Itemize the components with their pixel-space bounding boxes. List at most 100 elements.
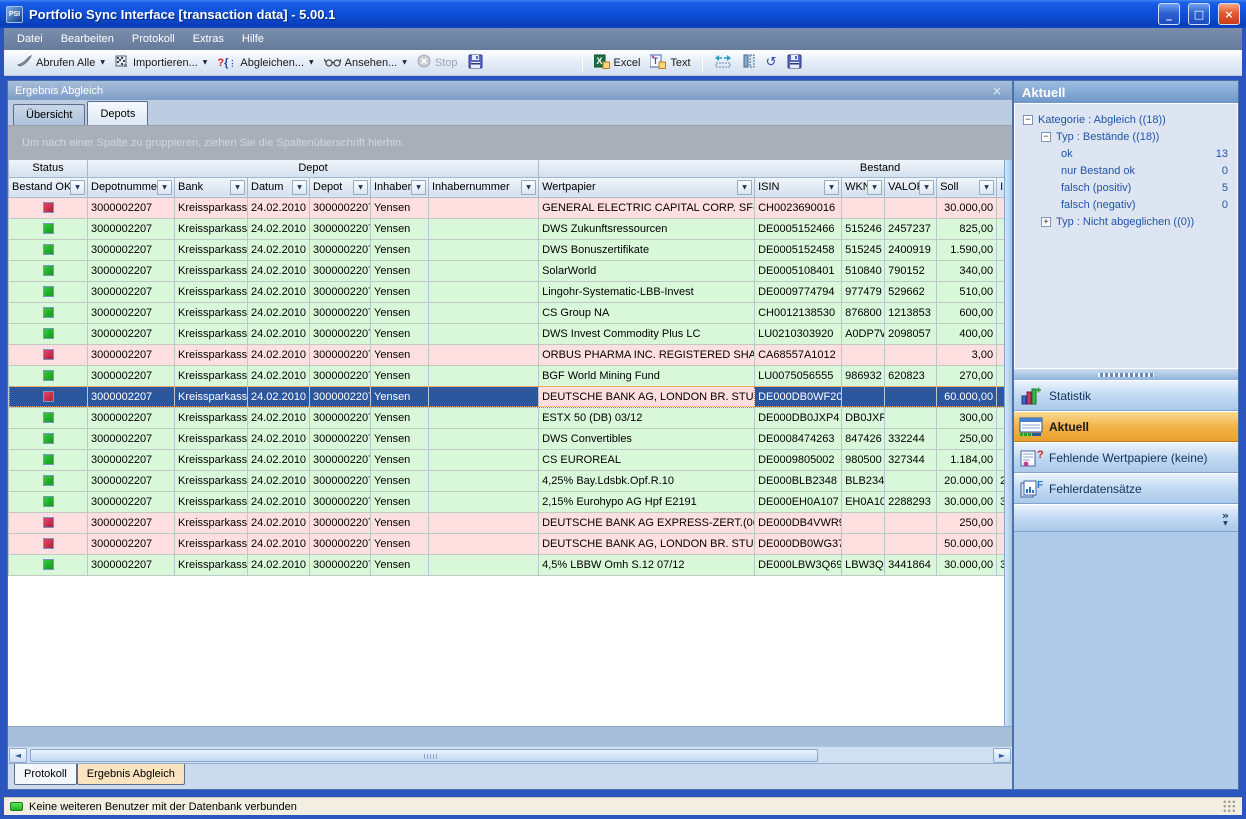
table-row[interactable]: 3000002207Kreissparkasse24.02.2010300000… xyxy=(9,344,1005,365)
cell-depotnummer[interactable]: 3000002207 xyxy=(88,449,175,470)
filter-dropdown-icon[interactable]: ▼ xyxy=(292,180,307,195)
cell-depot[interactable]: 3000002207 xyxy=(310,470,371,491)
cell-soll[interactable]: 50.000,00 xyxy=(937,533,997,554)
cell-inhabernummer[interactable] xyxy=(429,323,539,344)
filter-dropdown-icon[interactable]: ▼ xyxy=(824,180,839,195)
table-row[interactable]: 3000002207Kreissparkasse24.02.2010300000… xyxy=(9,260,1005,281)
filter-dropdown-icon[interactable]: ▼ xyxy=(867,180,882,195)
cell-datum[interactable]: 24.02.2010 xyxy=(248,533,310,554)
cell-datum[interactable]: 24.02.2010 xyxy=(248,554,310,575)
cell-depot[interactable]: 3000002207 xyxy=(310,428,371,449)
cell-wertpapier[interactable]: DWS Bonuszertifikate xyxy=(539,239,755,260)
cell-inhabernummer[interactable] xyxy=(429,470,539,491)
cell-depotnummer[interactable]: 3000002207 xyxy=(88,533,175,554)
collapse-icon[interactable]: − xyxy=(1041,132,1051,142)
cell-datum[interactable]: 24.02.2010 xyxy=(248,386,310,407)
column-header-soll[interactable]: Soll▼ xyxy=(937,177,997,197)
filter-dropdown-icon[interactable]: ▼ xyxy=(353,180,368,195)
cell-wkn[interactable]: 977479 xyxy=(842,281,885,302)
status-cell[interactable] xyxy=(9,449,88,470)
tree-item[interactable]: +Typ : Nicht abgeglichen ((0)) xyxy=(1015,213,1237,230)
cell-isin[interactable]: DE000LBW3Q69 xyxy=(755,554,842,575)
cell-isin[interactable]: DE000DB0WF20 xyxy=(755,386,842,407)
cell-soll[interactable]: 400,00 xyxy=(937,323,997,344)
scrollbar-thumb[interactable] xyxy=(30,749,818,762)
cell-depot[interactable]: 3000002207 xyxy=(310,407,371,428)
table-row[interactable]: 3000002207Kreissparkasse24.02.2010300000… xyxy=(9,281,1005,302)
cell-inhabernummer[interactable] xyxy=(429,260,539,281)
cell-inhaber[interactable]: Yensen xyxy=(371,491,429,512)
cell-wkn[interactable]: A0DP7W xyxy=(842,323,885,344)
cell-inhaber[interactable]: Yensen xyxy=(371,365,429,386)
cell-isin[interactable]: DE0005108401 xyxy=(755,260,842,281)
cell-datum[interactable]: 24.02.2010 xyxy=(248,428,310,449)
cell-datum[interactable]: 24.02.2010 xyxy=(248,197,310,218)
cell-depot[interactable]: 3000002207 xyxy=(310,260,371,281)
cell-wertpapier[interactable]: GENERAL ELECTRIC CAPITAL CORP. SF-A xyxy=(539,197,755,218)
cell-inhabernummer[interactable] xyxy=(429,365,539,386)
table-row[interactable]: 3000002207Kreissparkasse24.02.2010300000… xyxy=(9,407,1005,428)
status-cell[interactable] xyxy=(9,323,88,344)
resize-grip[interactable] xyxy=(1222,800,1236,813)
cell-inhaber[interactable]: Yensen xyxy=(371,281,429,302)
cell-soll[interactable]: 250,00 xyxy=(937,512,997,533)
cell-isin[interactable]: CH0023690016 xyxy=(755,197,842,218)
cell-isin[interactable]: DE0005152466 xyxy=(755,218,842,239)
cell-bank[interactable]: Kreissparkasse xyxy=(175,428,248,449)
cell-bank[interactable]: Kreissparkasse xyxy=(175,449,248,470)
tree-item[interactable]: falsch (negativ)0 xyxy=(1015,196,1237,213)
filter-dropdown-icon[interactable]: ▼ xyxy=(157,180,172,195)
cell-valor[interactable]: 2400919 xyxy=(885,239,937,260)
column-header-wkn[interactable]: WKN▼ xyxy=(842,177,885,197)
column-header-depot[interactable]: Depot▼ xyxy=(310,177,371,197)
save-layout-button[interactable] xyxy=(782,52,807,74)
scroll-right-button[interactable]: ► xyxy=(993,748,1011,763)
ansehen-button[interactable]: Ansehen... ▼ xyxy=(319,54,412,72)
cell-wkn[interactable] xyxy=(842,197,885,218)
cell-wertpapier[interactable]: CS EUROREAL xyxy=(539,449,755,470)
cell-inhaber[interactable]: Yensen xyxy=(371,260,429,281)
filter-dropdown-icon[interactable]: ▼ xyxy=(521,180,536,195)
maximize-button[interactable]: □ xyxy=(1188,3,1210,25)
cell-inhabernummer[interactable] xyxy=(429,512,539,533)
cell-isin[interactable]: LU0210303920 xyxy=(755,323,842,344)
cell-inhabernummer[interactable] xyxy=(429,197,539,218)
cell-depotnummer[interactable]: 3000002207 xyxy=(88,281,175,302)
cell-depot[interactable]: 3000002207 xyxy=(310,386,371,407)
cell-soll[interactable]: 3,00 xyxy=(937,344,997,365)
cell-inhaber[interactable]: Yensen xyxy=(371,302,429,323)
filter-dropdown-icon[interactable]: ▼ xyxy=(919,180,934,195)
cell-valor[interactable] xyxy=(885,512,937,533)
tab-protokoll[interactable]: Protokoll xyxy=(14,764,77,785)
vertical-scrollbar[interactable] xyxy=(1004,160,1012,726)
tree-item[interactable]: −Kategorie : Abgleich ((18)) xyxy=(1015,111,1237,128)
cell-bank[interactable]: Kreissparkasse xyxy=(175,218,248,239)
status-cell[interactable] xyxy=(9,533,88,554)
cell-inhabernummer[interactable] xyxy=(429,428,539,449)
nav-button-aktuell[interactable]: Aktuell xyxy=(1014,411,1238,442)
cell-wkn[interactable]: EH0A10 xyxy=(842,491,885,512)
cell-valor[interactable] xyxy=(885,533,937,554)
cell-wkn[interactable]: 510840 xyxy=(842,260,885,281)
cell-inhabernummer[interactable] xyxy=(429,407,539,428)
cell-wertpapier[interactable]: 4,5% LBBW Omh S.12 07/12 xyxy=(539,554,755,575)
minimize-button[interactable]: _ xyxy=(1158,3,1180,25)
cell-inhabernummer[interactable] xyxy=(429,302,539,323)
cell-inhabernummer[interactable] xyxy=(429,239,539,260)
stop-button[interactable]: Stop xyxy=(412,52,463,73)
column-header-wertpapier[interactable]: Wertpapier▼ xyxy=(539,177,755,197)
status-cell[interactable] xyxy=(9,302,88,323)
cell-depot[interactable]: 3000002207 xyxy=(310,491,371,512)
cell-isin[interactable]: DE000BLB2348 xyxy=(755,470,842,491)
cell-soll[interactable]: 270,00 xyxy=(937,365,997,386)
abgleichen-button[interactable]: ?{⋮ Abgleichen... ▼ xyxy=(212,55,318,71)
collapse-icon[interactable]: − xyxy=(1023,115,1033,125)
best-fit-button[interactable] xyxy=(709,52,737,73)
cell-depotnummer[interactable]: 3000002207 xyxy=(88,512,175,533)
cell-depot[interactable]: 3000002207 xyxy=(310,281,371,302)
nav-more-row[interactable]: » ▼ xyxy=(1014,504,1238,532)
cell-inhaber[interactable]: Yensen xyxy=(371,428,429,449)
sidebar-splitter[interactable] xyxy=(1014,368,1238,380)
column-header-inhaber[interactable]: Inhaber▼ xyxy=(371,177,429,197)
cell-depotnummer[interactable]: 3000002207 xyxy=(88,407,175,428)
